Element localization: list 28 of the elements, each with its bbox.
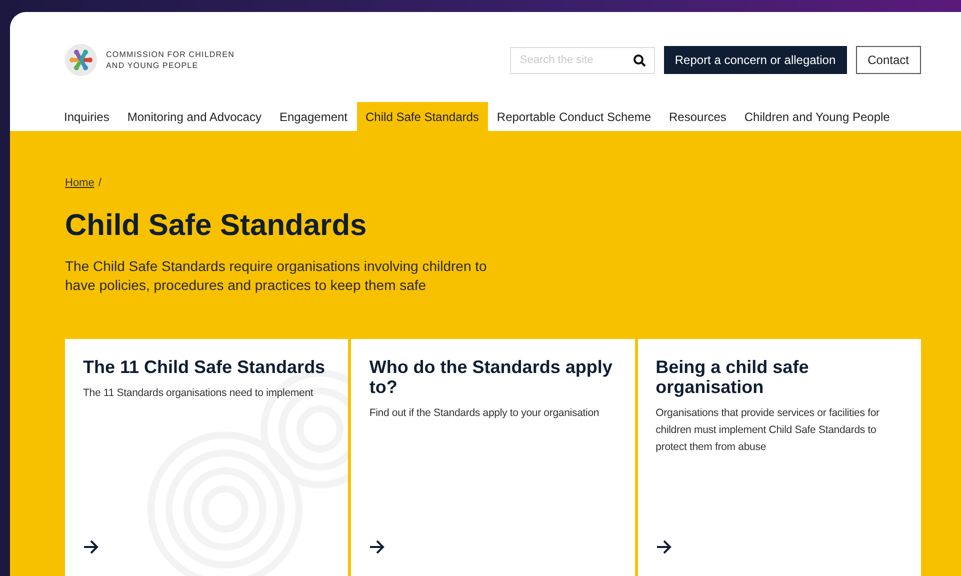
card-description: The 11 Standards organisations need to implement	[83, 386, 314, 401]
nav-tab[interactable]: Inquiries	[55, 102, 118, 131]
contact-button[interactable]: Contact	[856, 46, 921, 74]
card-description: Organisations that provide services or facilities for children must implement Child Safe Standards to protect them from abuse	[656, 406, 880, 455]
nav-tab[interactable]: Monitoring and Advocacy	[118, 102, 270, 131]
nav-tab[interactable]: Reportable Conduct Scheme	[488, 102, 660, 131]
card-description: Find out if the Standards apply to your organisation	[369, 406, 600, 421]
nav-tab[interactable]: Child Safe Standards	[356, 102, 488, 131]
link-card[interactable]: Being a child safe organisation Organisations that provide services or facilities for children must implement Child Safe Standards to protect them from abuse	[638, 339, 921, 576]
nav-tab[interactable]: Resources	[660, 102, 736, 131]
nav-tab[interactable]: Engagement	[270, 102, 357, 131]
card-title: The 11 Child Safe Standards	[83, 357, 326, 377]
card-title: Who do the Standards apply to?	[369, 357, 614, 397]
link-card[interactable]: The 11 Child Safe Standards The 11 Standards organisations need to implement	[65, 339, 348, 576]
link-card[interactable]: Who do the Standards apply to? Find out if the Standards apply to your organisation	[351, 339, 635, 576]
organisation-name[interactable]: COMMISSION FOR CHILDREN AND YOUNG PEOPLE	[106, 49, 234, 71]
card-title: Being a child safe organisation	[656, 357, 810, 397]
breadcrumb-separator: /	[98, 177, 102, 189]
nav-tab[interactable]: Children and Young People	[735, 102, 899, 131]
report-concern-button[interactable]: Report a concern or allegation	[664, 46, 847, 74]
intro-text: The Child Safe Standards require organisations involving children to have policies, procedures and practices to keep them safe	[65, 257, 488, 295]
arrow-right-icon[interactable]	[656, 540, 672, 554]
arrow-right-icon[interactable]	[369, 540, 386, 554]
search-icon[interactable]	[632, 54, 646, 66]
logo-icon	[64, 43, 98, 77]
arrow-right-icon[interactable]	[83, 540, 99, 554]
page-title: Child Safe Standards	[65, 209, 368, 243]
breadcrumb-link[interactable]: Home	[65, 177, 94, 189]
